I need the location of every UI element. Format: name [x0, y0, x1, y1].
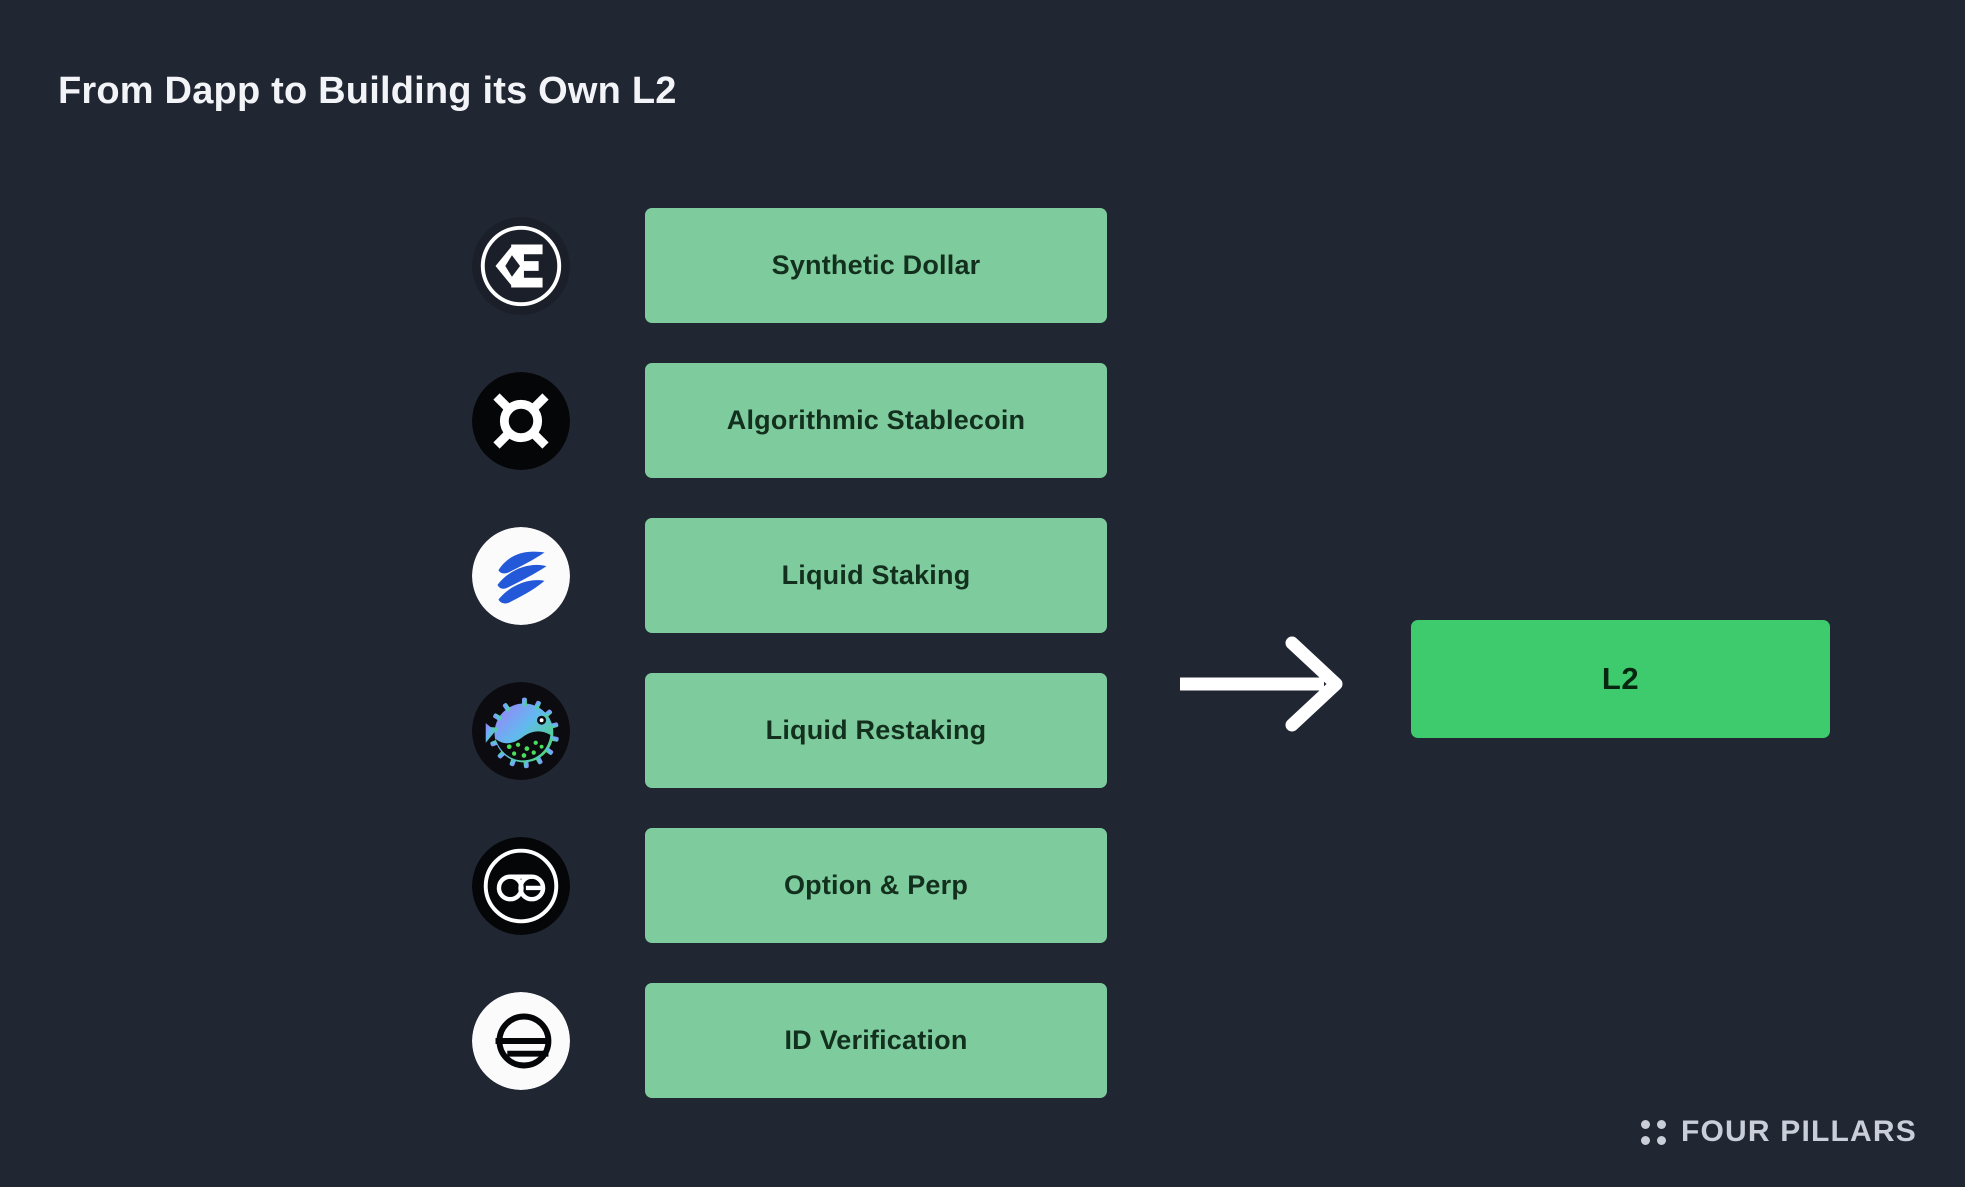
category-row: Synthetic Dollar — [0, 208, 1140, 323]
slide-canvas: From Dapp to Building its Own L2 Synthet… — [0, 0, 1965, 1187]
right-arrow-icon — [1180, 636, 1343, 732]
frax-logo-icon — [472, 371, 570, 470]
ethena-logo-icon — [472, 216, 570, 315]
swell-logo-icon — [472, 526, 570, 625]
category-label: Liquid Restaking — [765, 715, 987, 745]
category-list: Synthetic Dollar Algorithmic Stablecoin … — [0, 208, 1140, 1098]
category-pill[interactable]: ID Verification — [645, 983, 1107, 1098]
category-label: ID Verification — [784, 1025, 968, 1055]
category-label: Liquid Staking — [781, 560, 971, 590]
category-row: Liquid Restaking — [0, 673, 1140, 788]
category-pill[interactable]: Liquid Restaking — [645, 673, 1107, 788]
puffer-logo-icon — [472, 681, 570, 780]
category-row: Liquid Staking — [0, 518, 1140, 633]
category-label: Synthetic Dollar — [771, 250, 981, 280]
brand-footer: FOUR PILLARS — [1640, 1115, 1917, 1149]
four-dots-icon — [1640, 1119, 1666, 1145]
category-pill[interactable]: Liquid Staking — [645, 518, 1107, 633]
category-pill[interactable]: Synthetic Dollar — [645, 208, 1107, 323]
aevo-logo-icon — [472, 836, 570, 935]
category-label: Option & Perp — [783, 870, 969, 900]
category-label: Algorithmic Stablecoin — [726, 405, 1026, 435]
category-row: Algorithmic Stablecoin — [0, 363, 1140, 478]
l2-label: L2 — [1601, 661, 1640, 696]
l2-result-box[interactable]: L2 — [1411, 620, 1830, 738]
category-row: ID Verification — [0, 983, 1140, 1098]
category-pill[interactable]: Option & Perp — [645, 828, 1107, 943]
page-title: From Dapp to Building its Own L2 — [58, 70, 677, 112]
worldcoin-logo-icon — [472, 991, 570, 1090]
category-pill[interactable]: Algorithmic Stablecoin — [645, 363, 1107, 478]
brand-name: FOUR PILLARS — [1680, 1115, 1917, 1148]
category-row: Option & Perp — [0, 828, 1140, 943]
